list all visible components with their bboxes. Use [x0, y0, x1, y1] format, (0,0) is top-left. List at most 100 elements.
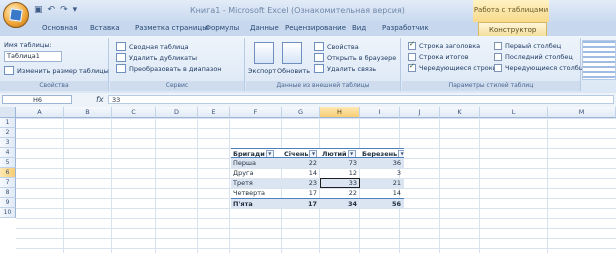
- group-external-data: Экспорт Обновить Свойства Открыть в брау…: [246, 38, 401, 91]
- qat-dropdown-icon[interactable]: ▾: [73, 5, 78, 15]
- table-header-march[interactable]: Березень ▼: [360, 148, 404, 158]
- tab-page-layout[interactable]: Разметка страницы: [135, 24, 208, 32]
- resize-table-button[interactable]: Изменить размер таблицы: [4, 66, 109, 75]
- table-cell-value[interactable]: 34: [320, 198, 360, 208]
- header-row-label: Строка заголовка: [419, 42, 481, 50]
- row-header-2[interactable]: 2: [0, 128, 16, 138]
- table-header-january[interactable]: Січень ▼: [282, 148, 320, 158]
- table-cell-name[interactable]: Третя: [231, 178, 282, 188]
- row-header-3[interactable]: 3: [0, 138, 16, 148]
- tab-view[interactable]: Вид: [352, 24, 366, 32]
- filter-dropdown-icon[interactable]: ▼: [309, 150, 318, 157]
- banded-rows-option[interactable]: Чередующиеся строки: [408, 62, 497, 72]
- filter-dropdown-icon[interactable]: ▼: [265, 150, 274, 157]
- column-header-d[interactable]: D: [156, 107, 198, 118]
- save-icon[interactable]: ▣: [34, 5, 43, 15]
- name-box[interactable]: H6: [2, 95, 72, 104]
- summarize-pivot-button[interactable]: Сводная таблица: [116, 42, 189, 51]
- open-in-browser-button[interactable]: Открыть в браузере: [314, 53, 396, 62]
- column-header-h[interactable]: H: [320, 107, 360, 118]
- convert-to-range-button[interactable]: Преобразовать в диапазон: [116, 64, 222, 73]
- banded-columns-option[interactable]: Чередующиеся столбцы: [494, 64, 588, 72]
- active-cell[interactable]: 33: [320, 178, 360, 188]
- first-column-checkbox[interactable]: [494, 42, 502, 50]
- column-header-b[interactable]: B: [64, 107, 112, 118]
- undo-icon[interactable]: ↶: [48, 5, 56, 15]
- tab-review[interactable]: Рецензирование: [285, 24, 346, 32]
- select-all-corner[interactable]: [0, 107, 16, 118]
- export-icon[interactable]: [254, 42, 274, 64]
- redo-icon[interactable]: ↷: [60, 5, 68, 15]
- row-header-1[interactable]: 1: [0, 118, 16, 128]
- filter-dropdown-icon[interactable]: ▼: [347, 150, 356, 157]
- column-header-i[interactable]: I: [360, 107, 400, 118]
- table-cell-value[interactable]: 22: [320, 188, 360, 198]
- total-row-checkbox[interactable]: [408, 53, 416, 61]
- total-row-option[interactable]: Строка итогов: [408, 53, 469, 61]
- external-properties-button[interactable]: Свойства: [314, 42, 359, 51]
- first-column-option[interactable]: Первый столбец: [494, 42, 561, 50]
- fx-icon[interactable]: fx: [96, 95, 104, 104]
- column-header-a[interactable]: A: [16, 107, 64, 118]
- table-styles-gallery[interactable]: [582, 40, 616, 80]
- row-header-8[interactable]: 8: [0, 188, 16, 198]
- table-cell-value[interactable]: 14: [282, 168, 320, 178]
- tab-data[interactable]: Данные: [250, 24, 279, 32]
- table-cell-value[interactable]: 17: [282, 188, 320, 198]
- last-column-option[interactable]: Последний столбец: [494, 53, 573, 61]
- last-column-checkbox[interactable]: [494, 53, 502, 61]
- row-header-9[interactable]: 9: [0, 198, 16, 208]
- table-cell-value[interactable]: 36: [360, 158, 404, 168]
- table-header-brigades[interactable]: Бригади ▼: [231, 148, 282, 158]
- column-header-f[interactable]: F: [230, 107, 282, 118]
- column-header-k[interactable]: K: [440, 107, 480, 118]
- tab-formulas[interactable]: Формулы: [205, 24, 239, 32]
- header-row-option[interactable]: Строка заголовка: [408, 40, 481, 50]
- remove-duplicates-button[interactable]: Удалить дубликаты: [116, 53, 197, 62]
- table-name-input[interactable]: Таблица1: [4, 51, 62, 62]
- table-cell-name[interactable]: П'ята: [231, 198, 282, 208]
- column-header-g[interactable]: G: [282, 107, 320, 118]
- formula-input[interactable]: 33: [108, 95, 614, 104]
- banded-columns-checkbox[interactable]: [494, 64, 502, 72]
- table-cell-value[interactable]: 21: [360, 178, 404, 188]
- group-label-tools: Сервис: [110, 81, 244, 91]
- column-header-c[interactable]: C: [112, 107, 156, 118]
- table-cell-value[interactable]: 3: [360, 168, 404, 178]
- tab-developer[interactable]: Разработчик: [382, 24, 429, 32]
- tab-insert[interactable]: Вставка: [90, 24, 120, 32]
- tab-home[interactable]: Основная: [42, 24, 77, 32]
- table-cell-value[interactable]: 56: [360, 198, 404, 208]
- refresh-button-label[interactable]: Обновить: [277, 67, 310, 75]
- row-header-10[interactable]: 10: [0, 208, 16, 218]
- column-header-l[interactable]: L: [480, 107, 548, 118]
- header-row-checkbox[interactable]: [408, 40, 416, 50]
- external-properties-label: Свойства: [327, 42, 359, 51]
- group-label-style-options: Параметры стилей таблиц: [402, 81, 580, 91]
- table-cell-value[interactable]: 14: [360, 188, 404, 198]
- unlink-button[interactable]: Удалить связь: [314, 64, 376, 73]
- banded-rows-checkbox[interactable]: [408, 62, 416, 72]
- table-header-february[interactable]: Лютий ▼: [320, 148, 360, 158]
- filter-dropdown-icon[interactable]: ▼: [398, 150, 404, 157]
- table-cell-value[interactable]: 17: [282, 198, 320, 208]
- office-button[interactable]: [3, 2, 29, 28]
- column-header-e[interactable]: E: [198, 107, 230, 118]
- row-header-6[interactable]: 6: [0, 168, 16, 178]
- pivot-table-icon: [116, 42, 126, 51]
- row-header-4[interactable]: 4: [0, 148, 16, 158]
- export-button-label[interactable]: Экспорт: [248, 67, 276, 75]
- table-cell-value[interactable]: 22: [282, 158, 320, 168]
- table-cell-name[interactable]: Четверта: [231, 188, 282, 198]
- column-header-m[interactable]: M: [548, 107, 616, 118]
- table-cell-name[interactable]: Перша: [231, 158, 282, 168]
- table-cell-value[interactable]: 73: [320, 158, 360, 168]
- row-header-5[interactable]: 5: [0, 158, 16, 168]
- row-header-7[interactable]: 7: [0, 178, 16, 188]
- tab-design[interactable]: Конструктор: [478, 22, 548, 37]
- column-header-j[interactable]: J: [400, 107, 440, 118]
- table-cell-value[interactable]: 12: [320, 168, 360, 178]
- table-cell-name[interactable]: Друга: [231, 168, 282, 178]
- table-cell-value[interactable]: 23: [282, 178, 320, 188]
- refresh-icon[interactable]: [282, 42, 302, 64]
